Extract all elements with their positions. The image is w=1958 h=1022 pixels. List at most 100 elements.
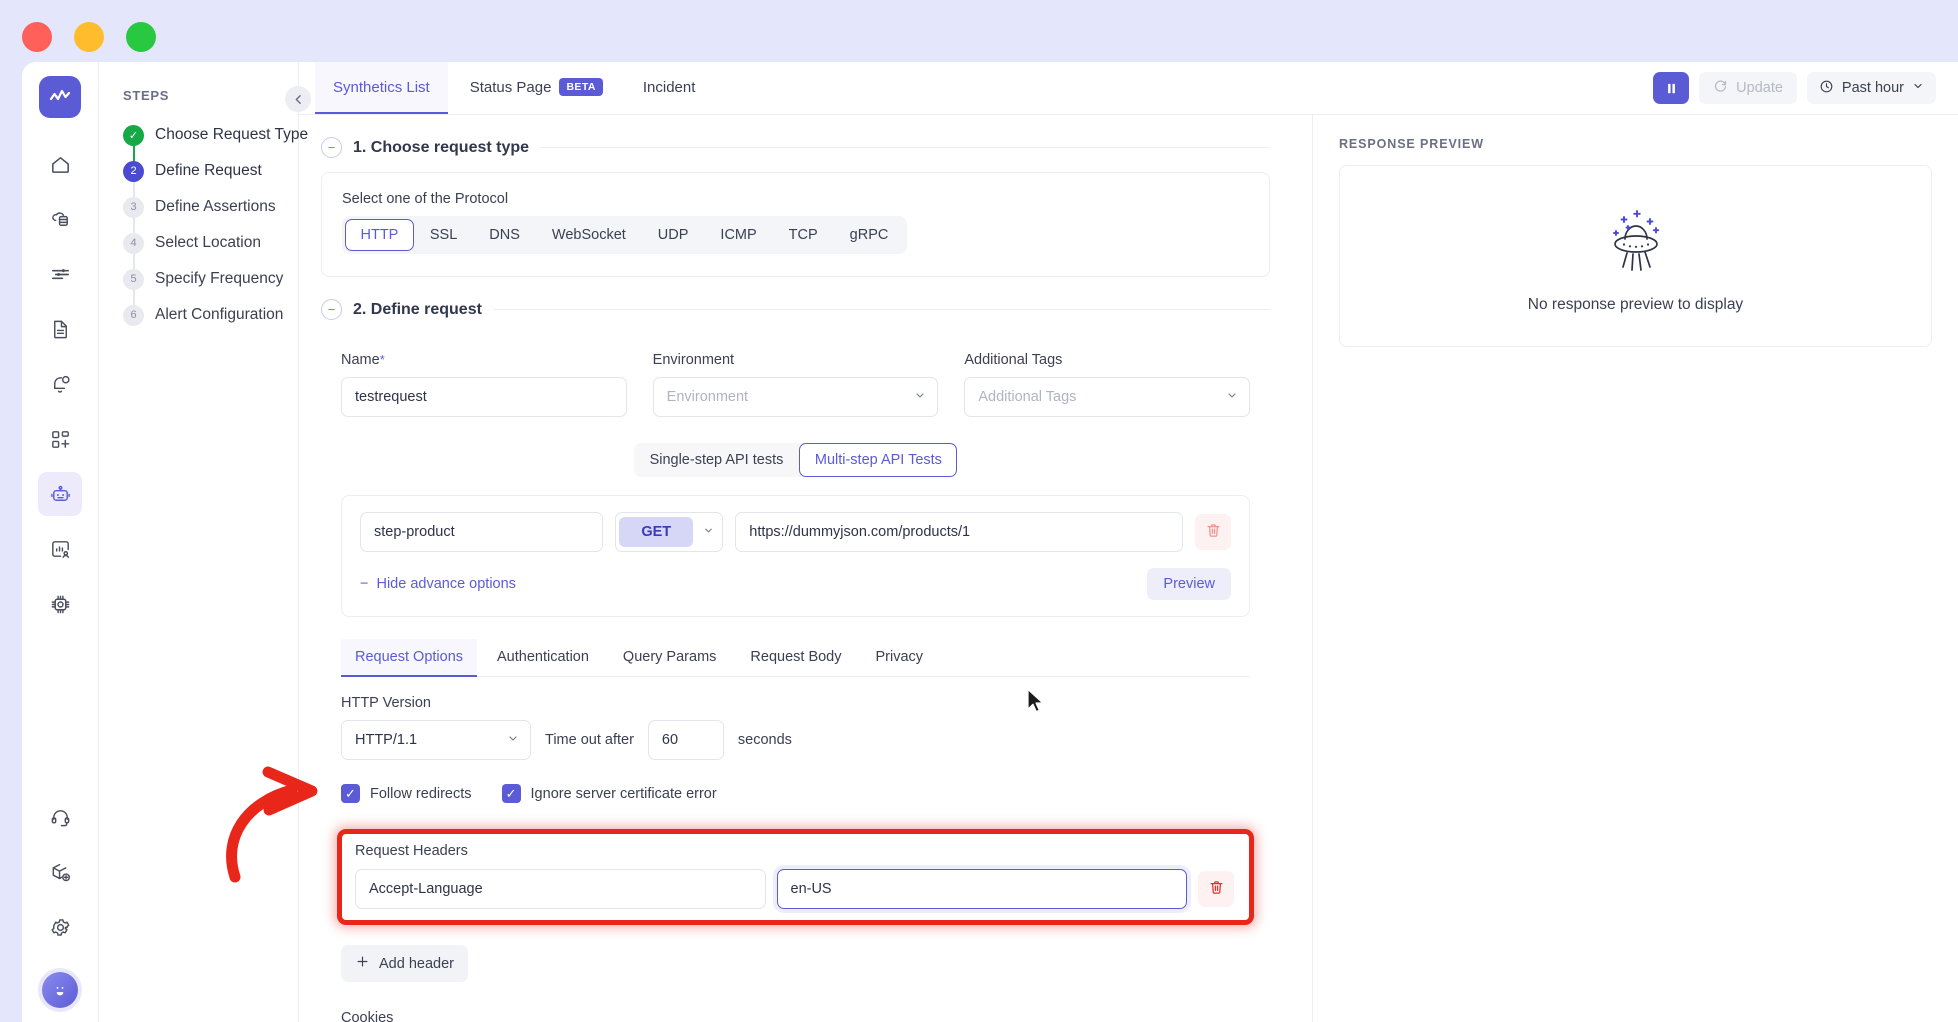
protocol-option-dns[interactable]: DNS: [473, 219, 536, 251]
alert-bell-icon[interactable]: [38, 362, 82, 406]
step-name-input[interactable]: [360, 512, 603, 552]
tab-authentication[interactable]: Authentication: [483, 639, 603, 677]
tab-status-page[interactable]: Status Page BETA: [452, 62, 621, 114]
tab-incident-label: Incident: [643, 79, 696, 96]
step-badge-2: 2: [123, 161, 144, 182]
section-2-header: − 2. Define request: [321, 299, 1270, 320]
status-badge-beta: BETA: [559, 78, 602, 96]
content-split: − 1. Choose request type Select one of t…: [299, 115, 1958, 1022]
steps-sidebar-title: STEPS: [123, 88, 298, 103]
delete-header-button[interactable]: [1198, 871, 1234, 907]
environment-select[interactable]: [653, 377, 939, 417]
preview-button[interactable]: Preview: [1147, 568, 1231, 600]
collapse-section-2-icon[interactable]: −: [321, 299, 342, 320]
chevron-down-icon: [696, 525, 720, 539]
protocol-toggle-group: HTTP SSL DNS WebSocket UDP ICMP TCP gRPC: [342, 216, 907, 254]
section-divider: [493, 309, 1270, 310]
minus-icon: −: [360, 576, 368, 592]
pause-icon[interactable]: [1653, 72, 1689, 104]
tab-multi-step-api-tests[interactable]: Multi-step API Tests: [799, 443, 957, 477]
add-header-label: Add header: [379, 956, 454, 972]
protocol-option-udp[interactable]: UDP: [642, 219, 705, 251]
sidebar-step-choose-request-type[interactable]: ✓ Choose Request Type: [123, 117, 298, 153]
checkmark-icon: ✓: [341, 784, 360, 803]
protocol-option-ssl[interactable]: SSL: [414, 219, 473, 251]
sidebar-step-specify-frequency[interactable]: 5 Specify Frequency: [123, 261, 298, 297]
app-logo-icon[interactable]: [39, 76, 81, 118]
logs-icon[interactable]: [38, 252, 82, 296]
time-range-picker[interactable]: Past hour: [1807, 72, 1936, 104]
advance-options-row: − Hide advance options Preview: [360, 568, 1231, 600]
tab-privacy[interactable]: Privacy: [862, 639, 938, 677]
add-integration-icon[interactable]: [38, 850, 82, 894]
section-2-title: 2. Define request: [353, 301, 482, 319]
support-headset-icon[interactable]: [38, 795, 82, 839]
protocol-option-tcp[interactable]: TCP: [773, 219, 834, 251]
protocol-option-grpc[interactable]: gRPC: [834, 219, 905, 251]
sidebar-step-alert-configuration[interactable]: 6 Alert Configuration: [123, 297, 298, 333]
add-header-button[interactable]: Add header: [341, 945, 468, 982]
sidebar-step-define-request[interactable]: 2 Define Request: [123, 153, 298, 189]
tab-single-step-api-tests[interactable]: Single-step API tests: [634, 443, 800, 477]
home-icon[interactable]: [38, 142, 82, 186]
cloud-database-icon[interactable]: [38, 197, 82, 241]
section-divider: [540, 147, 1270, 148]
timeout-input[interactable]: [648, 720, 724, 760]
tab-synthetics-list[interactable]: Synthetics List: [315, 62, 448, 114]
add-dashboard-icon[interactable]: [38, 417, 82, 461]
clock-icon: [1819, 79, 1834, 98]
collapse-section-1-icon[interactable]: −: [321, 137, 342, 158]
environment-label: Environment: [653, 352, 939, 368]
tags-field-group: Additional Tags: [964, 352, 1250, 417]
sidebar-step-define-assertions[interactable]: 3 Define Assertions: [123, 189, 298, 225]
rum-user-icon[interactable]: [38, 527, 82, 571]
chevron-down-icon: [1912, 80, 1924, 96]
step-card: GET: [341, 495, 1250, 617]
user-avatar[interactable]: [42, 972, 78, 1008]
protocol-option-icmp[interactable]: ICMP: [704, 219, 772, 251]
http-version-select[interactable]: [341, 720, 531, 760]
plus-icon: [355, 954, 370, 973]
tab-request-options[interactable]: Request Options: [341, 639, 477, 677]
infrastructure-chip-icon[interactable]: [38, 582, 82, 626]
synthetics-robot-icon[interactable]: [38, 472, 82, 516]
update-button[interactable]: Update: [1699, 72, 1797, 104]
name-input[interactable]: [341, 377, 627, 417]
step-label-3: Define Assertions: [155, 198, 276, 216]
tab-query-params[interactable]: Query Params: [609, 639, 730, 677]
timeout-unit-label: seconds: [738, 732, 792, 748]
trash-icon: [1208, 879, 1225, 899]
header-key-wrap: [355, 869, 766, 909]
window-traffic-lights: [22, 22, 156, 52]
step-url-input[interactable]: [735, 512, 1183, 552]
ufo-illustration-icon: [1593, 199, 1679, 284]
request-headers-label: Request Headers: [355, 843, 1234, 859]
delete-step-button[interactable]: [1195, 514, 1231, 550]
http-method-select[interactable]: GET: [615, 512, 723, 552]
header-key-input[interactable]: [355, 869, 766, 909]
chevron-left-icon[interactable]: [285, 86, 311, 112]
document-icon[interactable]: [38, 307, 82, 351]
section-1-header: − 1. Choose request type: [321, 137, 1270, 158]
additional-tags-select[interactable]: [964, 377, 1250, 417]
sidebar-step-select-location[interactable]: 4 Select Location: [123, 225, 298, 261]
request-detail-tabs: Request Options Authentication Query Par…: [341, 639, 1250, 677]
close-window-button[interactable]: [22, 22, 52, 52]
minimize-window-button[interactable]: [74, 22, 104, 52]
name-field-group: Name*: [341, 352, 627, 417]
tab-incident[interactable]: Incident: [625, 62, 714, 114]
protocol-option-http[interactable]: HTTP: [345, 219, 414, 251]
primary-tabs: Synthetics List Status Page BETA Inciden…: [315, 62, 713, 114]
settings-gear-icon[interactable]: [38, 905, 82, 949]
step-label-2: Define Request: [155, 162, 262, 180]
step-badge-4: 4: [123, 233, 144, 254]
maximize-window-button[interactable]: [126, 22, 156, 52]
ignore-cert-error-checkbox[interactable]: ✓ Ignore server certificate error: [502, 784, 717, 803]
step-label-6: Alert Configuration: [155, 306, 283, 324]
follow-redirects-checkbox[interactable]: ✓ Follow redirects: [341, 784, 472, 803]
tab-request-body[interactable]: Request Body: [736, 639, 855, 677]
refresh-icon: [1713, 79, 1728, 98]
protocol-option-websocket[interactable]: WebSocket: [536, 219, 642, 251]
hide-advance-options-toggle[interactable]: − Hide advance options: [360, 576, 516, 592]
header-value-input[interactable]: [777, 869, 1188, 909]
